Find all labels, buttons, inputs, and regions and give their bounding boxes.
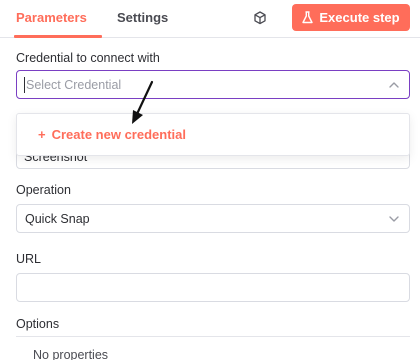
create-new-credential-option[interactable]: + Create new credential <box>38 127 186 142</box>
tab-parameters[interactable]: Parameters <box>16 10 87 25</box>
credential-dropdown: + Create new credential <box>16 113 410 156</box>
tab-settings[interactable]: Settings <box>117 10 168 25</box>
chevron-down-icon <box>389 216 399 222</box>
credential-placeholder: Select Credential <box>26 78 122 92</box>
operation-select[interactable]: Quick Snap <box>16 204 410 233</box>
flask-icon <box>302 11 314 24</box>
execute-step-label: Execute step <box>319 10 400 25</box>
operation-label: Operation <box>16 183 71 197</box>
plus-icon: + <box>38 127 46 142</box>
credential-label: Credential to connect with <box>16 51 160 65</box>
options-divider <box>16 336 410 337</box>
options-label: Options <box>16 317 60 331</box>
create-new-credential-label: Create new credential <box>51 127 186 142</box>
url-label: URL <box>16 252 42 266</box>
cube-icon[interactable] <box>252 10 268 26</box>
no-properties-text: No properties <box>33 348 109 360</box>
chevron-up-icon <box>389 82 399 88</box>
url-input[interactable] <box>16 273 410 302</box>
active-tab-indicator <box>14 35 102 38</box>
panel-header: Parameters Settings Execute step <box>0 0 420 38</box>
operation-value: Quick Snap <box>25 212 90 226</box>
credential-select[interactable]: Select Credential <box>16 70 410 99</box>
arrow-pointer-icon <box>132 80 154 124</box>
execute-step-button[interactable]: Execute step <box>292 4 410 31</box>
text-caret <box>24 77 25 93</box>
